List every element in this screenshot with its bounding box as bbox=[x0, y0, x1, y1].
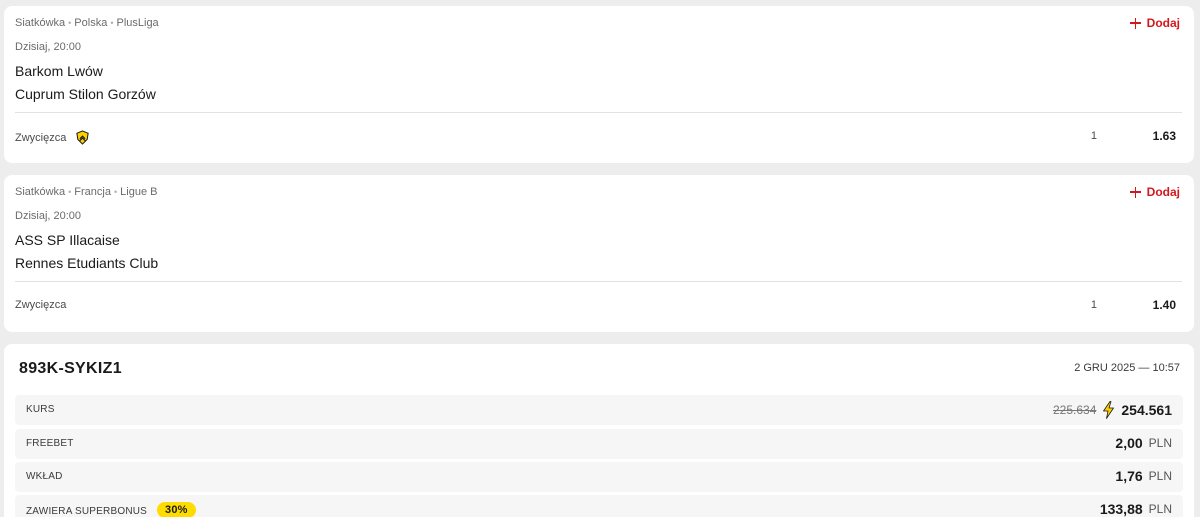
plus-icon bbox=[1129, 186, 1141, 198]
superbonus-currency: PLN bbox=[1148, 502, 1172, 516]
stake-row: WKŁAD 1,76 PLN bbox=[15, 462, 1183, 492]
divider bbox=[15, 112, 1182, 113]
add-button-label: Dodaj bbox=[1146, 16, 1180, 30]
divider bbox=[15, 281, 1182, 282]
breadcrumb-separator: • bbox=[113, 187, 118, 197]
add-button[interactable]: Dodaj bbox=[1129, 185, 1180, 199]
breadcrumb: Siatkówka • Polska • PlusLiga bbox=[15, 17, 159, 29]
freebet-label: FREEBET bbox=[26, 438, 74, 449]
lightning-bolt-icon bbox=[1103, 401, 1115, 419]
freebet-value: 2,00 bbox=[1115, 435, 1143, 451]
kurs-value: 254.561 bbox=[1121, 402, 1172, 418]
kurs-row: KURS 225.634 254.561 bbox=[15, 395, 1183, 425]
freebet-currency: PLN bbox=[1148, 436, 1172, 450]
ticket-id: 893K-SYKIZ1 bbox=[19, 360, 122, 377]
breadcrumb-league[interactable]: Ligue B bbox=[120, 186, 157, 198]
selection-label: 1 bbox=[1090, 299, 1097, 311]
match-card: Siatkówka • Francja • Ligue B Dodaj Dzisiaj,… bbox=[4, 175, 1194, 332]
freebet-row: FREEBET 2,00 PLN bbox=[15, 429, 1183, 459]
breadcrumb-separator: • bbox=[68, 187, 72, 197]
kurs-label: KURS bbox=[26, 404, 55, 415]
market-label: Zwycięzca bbox=[15, 299, 67, 311]
add-button-label: Dodaj bbox=[1146, 185, 1180, 199]
match-time: Dzisiaj, 20:00 bbox=[15, 41, 82, 53]
away-team[interactable]: Rennes Etudiants Club bbox=[15, 255, 158, 271]
betslip-page: Siatkówka • Polska • PlusLiga Dodaj Dzisiaj,… bbox=[0, 0, 1200, 517]
superbonus-badge: 30% bbox=[157, 502, 196, 517]
stake-label: WKŁAD bbox=[26, 471, 63, 482]
stake-currency: PLN bbox=[1148, 469, 1172, 483]
market-label: Zwycięzca bbox=[15, 131, 67, 144]
breadcrumb-sport[interactable]: Siatkówka bbox=[15, 186, 65, 198]
stake-value: 1,76 bbox=[1115, 468, 1143, 484]
boost-shield-icon bbox=[76, 130, 90, 145]
home-team[interactable]: Barkom Lwów bbox=[15, 63, 103, 79]
breadcrumb-sport[interactable]: Siatkówka bbox=[15, 17, 65, 29]
ticket-date: 2 GRU 2025 — 10:57 bbox=[1074, 362, 1180, 374]
market-row: Zwycięzca bbox=[15, 130, 90, 145]
market-row: Zwycięzca bbox=[15, 299, 66, 311]
away-team[interactable]: Cuprum Stilon Gorzów bbox=[15, 86, 156, 102]
odds-value[interactable]: 1.40 bbox=[1153, 298, 1176, 312]
breadcrumb-separator: • bbox=[68, 18, 72, 28]
match-card: Siatkówka • Polska • PlusLiga Dodaj Dzisiaj,… bbox=[4, 6, 1194, 163]
superbonus-row: ZAWIERA SUPERBONUS 30% 133,88 PLN bbox=[15, 495, 1183, 517]
match-time: Dzisiaj, 20:00 bbox=[15, 210, 82, 222]
breadcrumb: Siatkówka • Francja • Ligue B bbox=[15, 186, 157, 198]
add-button[interactable]: Dodaj bbox=[1129, 16, 1180, 30]
odds-value[interactable]: 1.63 bbox=[1153, 129, 1176, 143]
selection-label: 1 bbox=[1090, 130, 1097, 142]
breadcrumb-separator: • bbox=[110, 18, 114, 28]
breadcrumb-league[interactable]: PlusLiga bbox=[116, 17, 158, 29]
plus-icon bbox=[1129, 17, 1141, 29]
home-team[interactable]: ASS SP Illacaise bbox=[15, 232, 120, 248]
breadcrumb-country[interactable]: Polska bbox=[74, 17, 107, 29]
breadcrumb-country[interactable]: Francja bbox=[74, 186, 111, 198]
ticket-summary: 893K-SYKIZ1 2 GRU 2025 — 10:57 KURS 225.… bbox=[4, 344, 1194, 517]
kurs-old-value: 225.634 bbox=[1053, 403, 1097, 417]
superbonus-label: ZAWIERA SUPERBONUS bbox=[26, 505, 148, 517]
superbonus-value: 133,88 bbox=[1099, 501, 1143, 517]
